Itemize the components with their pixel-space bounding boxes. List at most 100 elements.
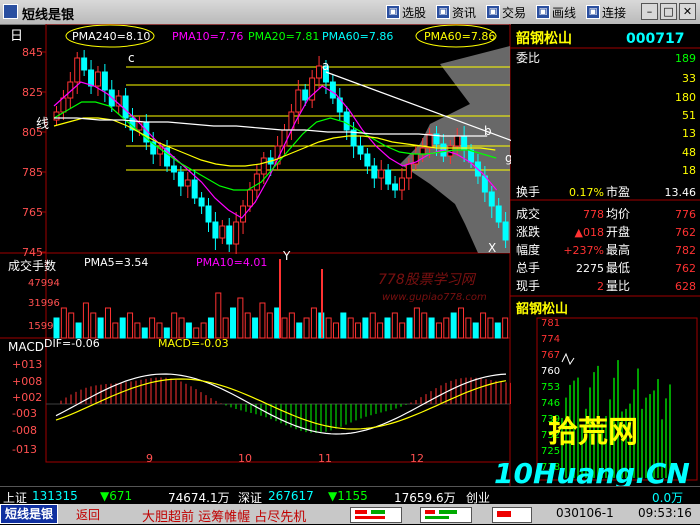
stat-value: 762: [675, 226, 696, 239]
candle-body: [385, 169, 392, 185]
sh-index: 131315: [32, 489, 78, 503]
volume-bar: [274, 307, 281, 339]
candle-body: [329, 81, 336, 99]
volume-bar: [362, 317, 369, 339]
volume-bar: [244, 312, 251, 339]
volume-bar: [215, 292, 222, 339]
toolbar-button-lianjie[interactable]: ▣ 连接: [586, 3, 626, 21]
candle-body: [170, 165, 177, 173]
y-tick-label: 825: [22, 86, 43, 99]
weibi-label: 委比: [516, 51, 540, 65]
volume-bar: [384, 317, 391, 339]
volume-bar: [185, 322, 192, 339]
volume-bar: [450, 312, 457, 339]
day-label-2: 线: [36, 117, 49, 132]
ma20-label: PMA20=7.81: [248, 30, 319, 43]
ma60-label-a: PMA60=7.86: [322, 30, 393, 43]
stat-value: 0.17%: [569, 186, 604, 199]
volume-bar: [399, 322, 406, 339]
volume-bar: [237, 297, 244, 339]
candle-body: [198, 197, 205, 207]
candle-body: [357, 145, 364, 155]
stat-label: 成交: [516, 206, 540, 221]
candle-body: [454, 135, 461, 147]
volume-bar: [127, 312, 134, 339]
volume-bar: [472, 322, 479, 339]
candle-body: [343, 111, 350, 131]
candle-body: [392, 183, 399, 191]
volume-bar: [369, 312, 376, 339]
volume-bar: [296, 322, 303, 339]
mini-indicator-1: [350, 507, 402, 523]
candle-body: [191, 179, 198, 199]
mini-tick-label: 767: [541, 350, 560, 361]
macd-title: MACD: [8, 340, 44, 354]
volume-bar: [494, 322, 501, 339]
day-label-1: 日: [10, 29, 23, 44]
toolbar-button-huaxian[interactable]: ▣ 画线: [536, 3, 576, 21]
volume-bar: [377, 322, 384, 339]
mini-indicator-3: [492, 507, 532, 523]
volume-bar: [53, 317, 60, 339]
chart-area: 845825805785765745日线PMA240=8.10 PMA10=7.7…: [0, 24, 700, 486]
volume-bar: [303, 317, 310, 339]
candle-body: [246, 189, 253, 207]
volume-bar: [480, 312, 487, 339]
news-icon: ▣: [436, 5, 450, 19]
point-label: X: [488, 241, 496, 255]
candle-body: [205, 205, 212, 223]
volume-bar: [355, 322, 362, 339]
macd-tick-label: -008: [12, 424, 37, 437]
stat-label: 最高: [606, 242, 630, 257]
order-number: 189: [675, 52, 696, 65]
maximize-button[interactable]: □: [660, 3, 677, 20]
stat-label: 换手: [516, 185, 540, 199]
candle-body: [371, 165, 378, 179]
bottom-bar: 短线是银 返回 大胆超前 运筹帷幄 占尽先机 030106-1 09:53:16: [0, 504, 700, 525]
stat-label: 均价: [606, 207, 630, 221]
volume-bar: [75, 322, 82, 339]
site-logo-en: 10Huang.CN: [494, 457, 690, 486]
stat-value: ▲018: [575, 226, 604, 239]
candle-body: [101, 71, 108, 91]
toolbar-button-zixun[interactable]: ▣ 资讯: [436, 3, 476, 21]
candle-body: [502, 221, 509, 241]
candle-body: [302, 89, 309, 101]
order-number: 33: [682, 72, 696, 85]
back-button[interactable]: 返回: [76, 506, 100, 523]
stat-label: 涨跌: [516, 224, 540, 239]
app-tab[interactable]: 短线是银: [0, 504, 59, 524]
volume-bar: [104, 307, 111, 339]
mini-tick-label: 774: [541, 334, 560, 345]
volume-bar: [230, 307, 237, 339]
volume-bar: [178, 317, 185, 339]
toolbar-button-xuangu[interactable]: ▣ 选股: [386, 3, 426, 21]
toolbar-button-jiaoyi[interactable]: ▣ 交易: [486, 3, 526, 21]
volume-bar: [119, 317, 126, 339]
volume-bar: [90, 312, 97, 339]
volume-bar: [310, 307, 317, 339]
volume-bar: [391, 312, 398, 339]
candle-body: [405, 163, 412, 179]
volume-bar: [82, 302, 89, 339]
volume-bar: [200, 322, 207, 339]
stock-name: 韶钢松山: [516, 30, 572, 47]
connect-icon: ▣: [586, 5, 600, 19]
volume-bar: [60, 307, 67, 339]
ma60-label-b: PMA60=7.86: [424, 30, 495, 43]
close-button[interactable]: ✕: [679, 3, 696, 20]
stat-label: 开盘: [606, 224, 630, 239]
date-label: 030106-1: [556, 506, 614, 520]
sz-index: 267617: [268, 489, 314, 503]
minimize-button[interactable]: –: [641, 3, 658, 20]
volume-bar: [332, 322, 339, 339]
stat-value: 2: [597, 280, 604, 293]
mini-indicator-2: [420, 507, 472, 523]
stat-value: +237%: [563, 244, 604, 257]
volume-bar: [252, 317, 259, 339]
ma10-label: PMA10=7.76: [172, 30, 243, 43]
candle-body: [226, 225, 233, 245]
stat-label: 总手: [516, 261, 540, 275]
stat-value: 776: [675, 208, 696, 221]
ma240-line: [54, 117, 488, 137]
